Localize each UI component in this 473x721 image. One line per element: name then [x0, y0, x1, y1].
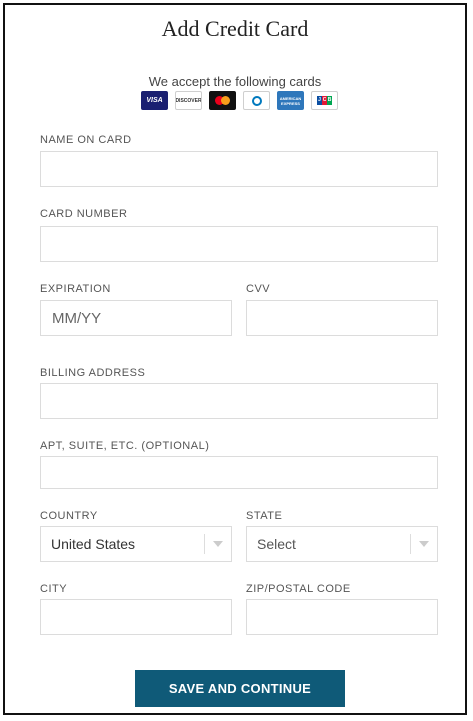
city-input[interactable] [41, 600, 231, 634]
country-select[interactable]: United States [40, 526, 232, 562]
card-number-field[interactable] [40, 226, 438, 262]
state-select[interactable]: Select [246, 526, 438, 562]
cvv-input[interactable] [247, 301, 437, 335]
name-on-card-input[interactable] [41, 152, 437, 186]
page-title: Add Credit Card [161, 16, 309, 41]
country-selected-value: United States [51, 536, 136, 552]
cvv-field[interactable] [246, 300, 438, 336]
card-number-input[interactable] [41, 227, 437, 261]
zip-label: ZIP/POSTAL CODE [246, 583, 351, 595]
billing-address-label: BILLING ADDRESS [40, 367, 146, 379]
apt-label: APT, SUITE, ETC. (OPTIONAL) [40, 440, 210, 452]
chevron-down-icon[interactable] [411, 541, 437, 547]
visa-icon: VISA [141, 91, 168, 110]
city-label: CITY [40, 583, 68, 595]
jcb-icon: JCB [311, 91, 338, 110]
billing-address-field[interactable] [40, 383, 438, 419]
diners-club-icon [243, 91, 270, 110]
mastercard-icon [209, 91, 236, 110]
zip-field[interactable] [246, 599, 438, 635]
zip-input[interactable] [247, 600, 437, 634]
save-and-continue-button[interactable]: SAVE AND CONTINUE [135, 670, 345, 707]
accepted-cards-list: VISA DISCOVER AMERICAN EXPRESS JCB [141, 91, 338, 110]
expiration-label: EXPIRATION [40, 283, 111, 295]
chevron-down-icon[interactable] [205, 541, 231, 547]
country-label: COUNTRY [40, 510, 98, 522]
expiration-input[interactable] [41, 301, 231, 335]
city-field[interactable] [40, 599, 232, 635]
accepted-cards-text: We accept the following cards [148, 74, 322, 89]
apt-input[interactable] [41, 457, 437, 488]
billing-address-input[interactable] [41, 384, 437, 418]
name-on-card-field[interactable] [40, 151, 438, 187]
card-number-label: CARD NUMBER [40, 208, 128, 220]
cvv-label: CVV [246, 283, 271, 295]
discover-icon: DISCOVER [175, 91, 202, 110]
apt-field[interactable] [40, 456, 438, 489]
amex-icon: AMERICAN EXPRESS [277, 91, 304, 110]
expiration-field[interactable] [40, 300, 232, 336]
state-label: STATE [246, 510, 283, 522]
name-on-card-label: NAME ON CARD [40, 134, 132, 146]
state-selected-value: Select [257, 536, 296, 552]
